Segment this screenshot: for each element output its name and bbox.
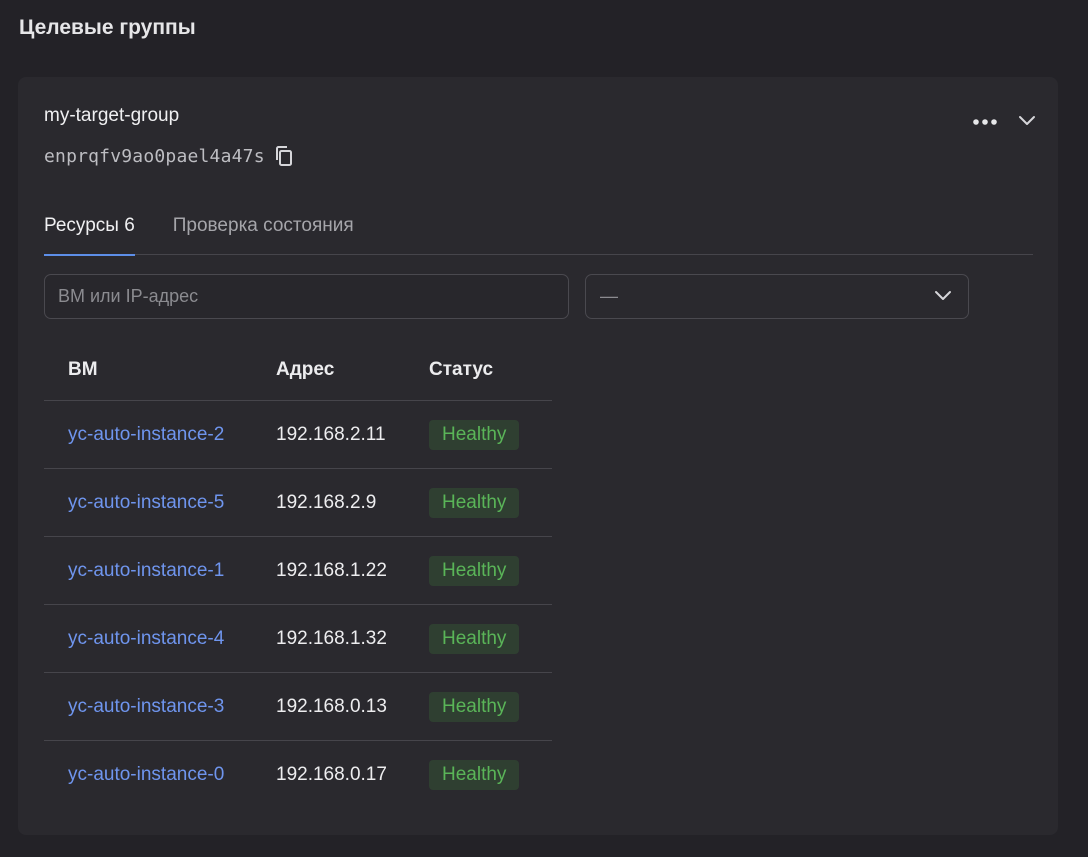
page-title: Целевые группы xyxy=(19,16,196,39)
tab-resources[interactable]: Ресурсы 6 xyxy=(44,211,135,256)
vm-link[interactable]: yc-auto-instance-4 xyxy=(68,628,224,649)
column-header-status: Статус xyxy=(429,358,494,380)
tabs: Ресурсы 6 Проверка состояния xyxy=(44,211,1033,256)
copy-icon[interactable] xyxy=(274,145,294,167)
table-row: yc-auto-instance-1 192.168.1.22 Healthy xyxy=(44,537,552,605)
table-row: yc-auto-instance-0 192.168.0.17 Healthy xyxy=(44,741,552,809)
target-group-card: my-target-group enprqfv9ao0pael4a47s Рес… xyxy=(18,77,1058,835)
status-badge: Healthy xyxy=(429,623,520,654)
status-select[interactable]: — xyxy=(585,274,969,319)
status-badge: Healthy xyxy=(429,419,520,450)
card-actions xyxy=(972,113,1036,131)
search-input[interactable] xyxy=(44,274,569,319)
ip-address: 192.168.1.22 xyxy=(276,559,387,581)
chevron-down-icon[interactable] xyxy=(1018,113,1036,131)
column-header-vm: ВМ xyxy=(68,358,98,380)
ip-address: 192.168.0.17 xyxy=(276,764,387,785)
column-header-address: Адрес xyxy=(276,358,335,380)
resources-table: ВМ Адрес Статус yc-auto-instance-2 192.1… xyxy=(44,339,552,809)
status-badge: Healthy xyxy=(429,487,520,518)
target-group-id: enprqfv9ao0pael4a47s xyxy=(44,145,265,167)
ip-address: 192.168.0.13 xyxy=(276,695,387,717)
target-group-name: my-target-group xyxy=(44,105,180,126)
table-row: yc-auto-instance-4 192.168.1.32 Healthy xyxy=(44,605,552,673)
status-badge: Healthy xyxy=(429,555,520,586)
status-badge: Healthy xyxy=(429,691,520,722)
tab-health-check[interactable]: Проверка состояния xyxy=(173,211,354,255)
target-group-id-row: enprqfv9ao0pael4a47s xyxy=(44,145,294,167)
table-row: yc-auto-instance-2 192.168.2.11 Healthy xyxy=(44,401,552,469)
table-row: yc-auto-instance-5 192.168.2.9 Healthy xyxy=(44,469,552,537)
more-dots-icon[interactable] xyxy=(972,113,998,131)
status-select-value: — xyxy=(600,286,618,306)
vm-link[interactable]: yc-auto-instance-2 xyxy=(68,424,224,445)
status-badge: Healthy xyxy=(429,760,520,790)
ip-address: 192.168.1.32 xyxy=(276,627,387,649)
chevron-down-icon xyxy=(934,288,952,306)
ip-address: 192.168.2.9 xyxy=(276,491,377,513)
table-row: yc-auto-instance-3 192.168.0.13 Healthy xyxy=(44,673,552,741)
vm-link[interactable]: yc-auto-instance-0 xyxy=(68,764,224,785)
table-header: ВМ Адрес Статус xyxy=(44,339,552,401)
vm-link[interactable]: yc-auto-instance-3 xyxy=(68,696,224,717)
vm-link[interactable]: yc-auto-instance-1 xyxy=(68,560,224,581)
vm-link[interactable]: yc-auto-instance-5 xyxy=(68,492,224,513)
ip-address: 192.168.2.11 xyxy=(276,423,386,445)
